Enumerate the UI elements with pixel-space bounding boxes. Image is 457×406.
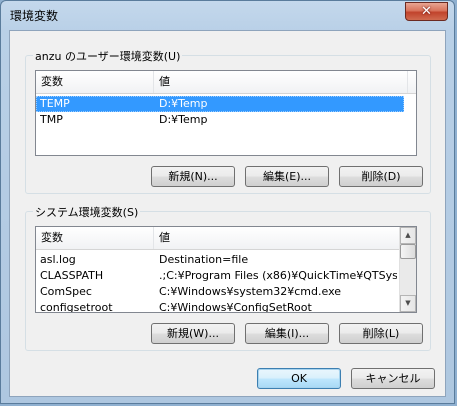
window-title: 環境変数: [10, 9, 59, 23]
user-edit-button[interactable]: 編集(E)...: [245, 166, 329, 187]
system-edit-button[interactable]: 編集(I)...: [245, 323, 329, 344]
cancel-button[interactable]: キャンセル: [351, 368, 435, 389]
column-header-value[interactable]: 値: [154, 71, 408, 93]
user-delete-button[interactable]: 削除(D): [339, 166, 423, 187]
chevron-up-icon: ▲: [405, 231, 411, 239]
column-header-variable[interactable]: 変数: [36, 71, 154, 93]
variable-name: configsetroot: [40, 301, 113, 313]
variable-name: CLASSPATH: [40, 269, 104, 282]
scrollbar-thumb[interactable]: [400, 244, 416, 259]
system-variables-list-header: 変数 値: [36, 227, 416, 250]
variable-value: .;C:¥Program Files (x86)¥QuickTime¥QTSys…: [159, 269, 397, 282]
system-variables-list[interactable]: 変数 値 asl.log Destination=file CLASSPATH …: [35, 226, 417, 313]
variable-value: Destination=file: [159, 253, 249, 266]
user-new-button[interactable]: 新規(N)...: [151, 166, 235, 187]
variable-value: C:¥Windows¥system32¥cmd.exe: [159, 285, 342, 298]
title-bar[interactable]: 環境変数 ✕: [1, 1, 454, 29]
list-item[interactable]: ComSpec C:¥Windows¥system32¥cmd.exe: [36, 284, 399, 300]
chevron-down-icon: ▼: [405, 299, 411, 307]
list-item[interactable]: TMP D:¥Temp: [36, 112, 404, 128]
system-delete-button[interactable]: 削除(L): [339, 323, 423, 344]
variable-name: ComSpec: [40, 285, 92, 298]
system-variables-scrollbar[interactable]: ▲ ▼: [399, 227, 416, 312]
variable-name: TEMP: [40, 97, 70, 110]
system-new-button[interactable]: 新規(W)...: [151, 323, 235, 344]
close-button[interactable]: ✕: [405, 2, 448, 21]
scroll-up-button[interactable]: ▲: [400, 227, 416, 244]
user-variables-list[interactable]: 変数 値 TEMP D:¥Temp TMP D:¥Temp: [35, 70, 417, 156]
environment-variables-dialog: 環境変数 ✕ anzu のユーザー環境変数(U) 変数 値 TEMP D:¥Te…: [0, 0, 455, 404]
list-item[interactable]: CLASSPATH .;C:¥Program Files (x86)¥Quick…: [36, 268, 399, 284]
variable-name: asl.log: [40, 253, 76, 266]
system-variables-group: システム環境変数(S) 変数 値 asl.log Destination=fil…: [25, 204, 431, 351]
column-header-variable[interactable]: 変数: [36, 227, 154, 249]
list-item[interactable]: asl.log Destination=file: [36, 252, 399, 268]
scroll-down-button[interactable]: ▼: [400, 295, 416, 312]
variable-value: D:¥Temp: [159, 97, 208, 110]
user-variables-label: anzu のユーザー環境変数(U): [33, 48, 183, 64]
close-icon: ✕: [421, 4, 432, 19]
dialog-client-area: anzu のユーザー環境変数(U) 変数 値 TEMP D:¥Temp TMP …: [9, 30, 446, 397]
user-variables-list-header: 変数 値: [36, 71, 416, 94]
column-header-value[interactable]: 値: [154, 227, 401, 249]
variable-value: D:¥Temp: [159, 113, 208, 126]
list-item[interactable]: configsetroot C:¥Windows¥ConfigSetRoot: [36, 300, 399, 313]
list-item[interactable]: TEMP D:¥Temp: [36, 96, 404, 112]
ok-button[interactable]: OK: [257, 368, 341, 389]
user-variables-group: anzu のユーザー環境変数(U) 変数 値 TEMP D:¥Temp TMP …: [25, 48, 431, 194]
variable-value: C:¥Windows¥ConfigSetRoot: [159, 301, 312, 313]
system-variables-label: システム環境変数(S): [33, 204, 141, 220]
variable-name: TMP: [40, 113, 63, 126]
